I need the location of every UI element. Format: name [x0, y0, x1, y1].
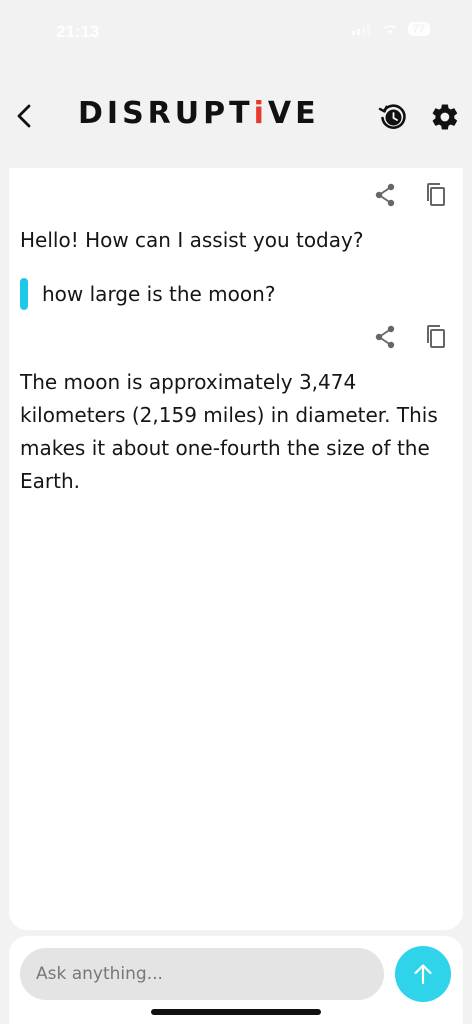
send-button[interactable]: [395, 946, 451, 1002]
message-actions: [373, 182, 447, 208]
copy-icon[interactable]: [425, 182, 447, 208]
message-actions: [373, 324, 447, 350]
wifi-icon: [383, 25, 396, 34]
back-chevron-icon[interactable]: [12, 101, 38, 131]
home-indicator: [151, 1009, 321, 1015]
app-header: DISRUPTiVE: [0, 64, 472, 168]
share-icon[interactable]: [373, 182, 397, 208]
logo-text-end: VE: [267, 96, 320, 131]
copy-icon[interactable]: [425, 324, 447, 350]
app-logo: DISRUPTiVE: [78, 96, 320, 131]
arrow-up-icon: [414, 964, 432, 985]
status-bar: 21:13 77: [0, 0, 472, 64]
status-indicators: 77: [351, 22, 430, 36]
history-icon[interactable]: [378, 102, 408, 132]
status-time: 21:13: [56, 22, 100, 41]
share-icon[interactable]: [373, 324, 397, 350]
logo-text-start: DISRUPT: [78, 96, 254, 131]
assistant-message: The moon is approximately 3,474 kilomete…: [20, 370, 438, 493]
battery-indicator: 77: [407, 22, 430, 36]
user-message: how large is the moon?: [20, 278, 275, 310]
logo-text-accent: i: [253, 96, 268, 131]
signal-icon: [351, 23, 372, 35]
user-message-text: how large is the moon?: [42, 282, 276, 306]
chat-panel: Hello! How can I assist you today? how l…: [9, 168, 463, 930]
assistant-message: Hello! How can I assist you today?: [20, 228, 364, 252]
user-message-bar: [20, 278, 28, 310]
gear-icon[interactable]: [430, 102, 460, 132]
message-input[interactable]: [20, 948, 384, 1000]
